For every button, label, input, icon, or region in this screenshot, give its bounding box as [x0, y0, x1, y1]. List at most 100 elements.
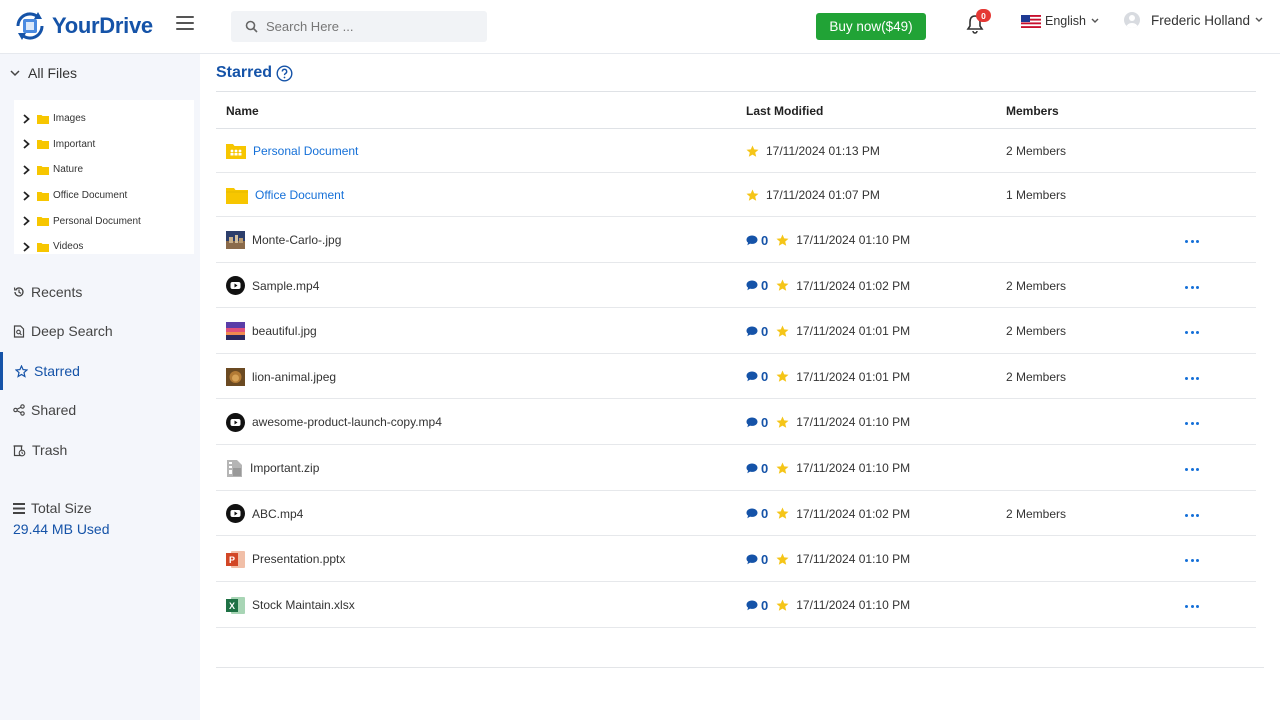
language-selector[interactable]: English — [1021, 14, 1099, 28]
star-icon[interactable] — [776, 462, 789, 475]
star-icon[interactable] — [746, 189, 759, 202]
nav-recents[interactable]: Recents — [0, 273, 200, 311]
folder-tree-item[interactable]: Important — [14, 132, 194, 158]
svg-text:P: P — [229, 555, 235, 565]
comments-count[interactable]: 0 — [746, 598, 768, 613]
nav-starred[interactable]: Starred — [0, 352, 200, 390]
star-outline-icon — [15, 364, 28, 378]
file-name-cell[interactable]: Important.zip — [226, 458, 319, 478]
folder-tree-item[interactable]: Personal Document — [14, 208, 194, 234]
nav-shared[interactable]: Shared — [0, 391, 200, 429]
table-row[interactable]: P Presentation.pptx 0 17/11/2024 01:10 PM — [216, 536, 1256, 582]
comment-count-value: 0 — [761, 414, 769, 430]
search-input[interactable] — [266, 19, 466, 34]
file-name-cell[interactable]: lion-animal.jpeg — [226, 367, 336, 387]
table-row[interactable]: Sample.mp4 0 17/11/2024 01:02 PM 2 Members — [216, 263, 1256, 308]
table-row[interactable]: X Stock Maintain.xlsx 0 17/11/2024 01:10 PM — [216, 582, 1256, 628]
star-icon[interactable] — [776, 279, 789, 292]
star-icon[interactable] — [776, 553, 789, 566]
file-name-cell[interactable]: Sample.mp4 — [226, 276, 319, 296]
modified-date: 17/11/2024 01:10 PM — [796, 415, 911, 429]
star-icon[interactable] — [776, 325, 789, 338]
folder-tree-item[interactable]: Images — [14, 106, 194, 132]
nav-label: Trash — [32, 442, 68, 458]
all-files-toggle[interactable]: All Files — [10, 65, 77, 81]
star-icon[interactable] — [776, 416, 789, 429]
more-options-icon[interactable] — [1185, 605, 1199, 608]
more-options-icon[interactable] — [1185, 331, 1199, 334]
file-name[interactable]: Office Document — [255, 188, 344, 202]
more-options-icon[interactable] — [1185, 559, 1199, 562]
last-modified-cell: 0 17/11/2024 01:10 PM — [746, 597, 910, 613]
more-options-icon[interactable] — [1185, 468, 1199, 471]
modified-date: 17/11/2024 01:10 PM — [796, 461, 911, 475]
comments-count[interactable]: 0 — [746, 369, 768, 384]
file-name-cell[interactable]: Monte-Carlo-.jpg — [226, 230, 341, 250]
star-icon[interactable] — [776, 599, 789, 612]
file-name-cell[interactable]: beautiful.jpg — [226, 321, 317, 341]
comment-icon — [746, 508, 758, 519]
members-cell: 2 Members — [1006, 324, 1067, 338]
more-options-icon[interactable] — [1185, 285, 1199, 289]
comment-count-value: 0 — [761, 551, 769, 567]
star-icon[interactable] — [776, 234, 789, 247]
user-menu[interactable]: Frederic Holland — [1124, 12, 1263, 28]
chevron-right-icon — [23, 165, 30, 175]
table-row[interactable]: Office Document 17/11/2024 01:07 PM 1 Memb… — [216, 173, 1256, 217]
more-options-icon[interactable] — [1185, 240, 1199, 243]
history-icon — [13, 287, 24, 297]
column-members-header[interactable]: Members — [1006, 104, 1059, 118]
more-options-icon[interactable] — [1185, 422, 1199, 425]
table-row[interactable]: Monte-Carlo-.jpg 0 17/11/2024 01:10 PM — [216, 217, 1256, 263]
app-logo[interactable]: YourDrive — [12, 8, 153, 44]
file-name-cell[interactable]: Office Document — [226, 185, 344, 205]
nav-trash[interactable]: Trash — [0, 431, 200, 469]
comments-count[interactable]: 0 — [746, 552, 768, 567]
comments-count[interactable]: 0 — [746, 278, 768, 293]
file-name-cell[interactable]: P Presentation.pptx — [226, 549, 345, 569]
table-row[interactable]: ABC.mp4 0 17/11/2024 01:02 PM 2 Members — [216, 491, 1256, 536]
file-name[interactable]: Personal Document — [253, 144, 358, 158]
file-name-cell[interactable]: X Stock Maintain.xlsx — [226, 595, 355, 615]
search-box — [231, 11, 487, 42]
table-row[interactable]: Personal Document 17/11/2024 01:13 PM 2 Me… — [216, 129, 1256, 173]
menu-toggle-icon[interactable] — [176, 16, 194, 30]
column-modified-header[interactable]: Last Modified — [746, 104, 823, 118]
column-name-header[interactable]: Name — [226, 104, 259, 118]
star-icon[interactable] — [776, 507, 789, 520]
more-options-icon[interactable] — [1185, 513, 1199, 517]
file-name-cell[interactable]: ABC.mp4 — [226, 504, 303, 524]
table-row[interactable]: lion-animal.jpeg 0 17/11/2024 01:01 PM 2 Me… — [216, 354, 1256, 399]
star-icon[interactable] — [776, 370, 789, 383]
folder-tree-item[interactable]: Nature — [14, 157, 194, 183]
notifications-button[interactable]: 0 — [966, 9, 991, 34]
comment-count-value: 0 — [761, 232, 769, 248]
comments-count[interactable]: 0 — [746, 324, 768, 339]
folder-tree-item[interactable]: Videos — [14, 234, 194, 260]
file-name-cell[interactable]: Personal Document — [226, 141, 358, 161]
members-cell: 2 Members — [1006, 278, 1067, 293]
comments-count[interactable]: 0 — [746, 415, 768, 430]
comment-count-value: 0 — [761, 597, 769, 613]
folder-tree-item[interactable]: Office Document — [14, 183, 194, 209]
file-name-cell[interactable]: awesome-product-launch-copy.mp4 — [226, 412, 442, 432]
table-row[interactable]: awesome-product-launch-copy.mp4 0 17/11/20… — [216, 399, 1256, 445]
table-row[interactable]: beautiful.jpg 0 17/11/2024 01:01 PM 2 Membe… — [216, 308, 1256, 354]
nav-deep-search[interactable]: Deep Search — [0, 312, 200, 350]
table-row[interactable]: Important.zip 0 17/11/2024 01:10 PM — [216, 445, 1256, 491]
folder-icon — [37, 114, 49, 124]
buy-now-button[interactable]: Buy now($49) — [816, 13, 926, 40]
nav-label: Deep Search — [31, 323, 113, 339]
star-icon[interactable] — [746, 145, 759, 158]
notification-badge: 0 — [976, 9, 991, 22]
help-icon[interactable] — [276, 64, 293, 82]
comments-count[interactable]: 0 — [746, 233, 768, 248]
shared-folder-icon — [226, 144, 246, 159]
chevron-right-icon — [23, 242, 30, 252]
all-files-label: All Files — [28, 65, 78, 81]
file-name: Sample.mp4 — [252, 278, 320, 293]
zip-file-icon — [227, 459, 242, 477]
more-options-icon[interactable] — [1185, 376, 1199, 380]
comments-count[interactable]: 0 — [746, 461, 768, 476]
comments-count[interactable]: 0 — [746, 506, 768, 521]
